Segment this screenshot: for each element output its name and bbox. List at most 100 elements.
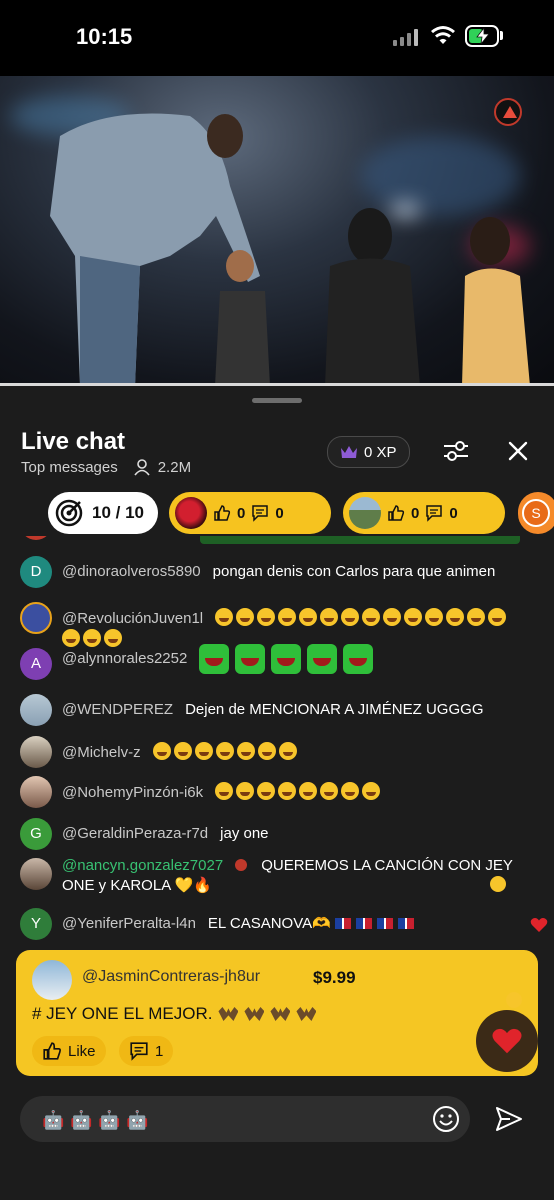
avatar: D <box>20 556 52 588</box>
likes-count: 0 <box>411 504 420 522</box>
flag-icon <box>376 918 393 929</box>
comment-icon <box>426 505 443 522</box>
sticker-fragment <box>200 536 520 544</box>
thumbs-up-icon <box>214 505 231 521</box>
reaction-pill[interactable]: 0 0 <box>169 492 331 534</box>
avatar <box>20 602 52 634</box>
floating-emoji-icon <box>506 992 522 1008</box>
comments-count: 0 <box>449 504 458 522</box>
close-button[interactable] <box>503 436 533 466</box>
laughing-emoji-icon <box>215 608 234 626</box>
message-text: pongan denis con Carlos para que animen <box>212 563 496 580</box>
thumbs-up-icon <box>388 505 405 521</box>
donation-amount: $9.99 <box>313 968 356 987</box>
avatar <box>20 858 52 890</box>
comment-icon <box>252 505 269 522</box>
laughing-emoji-icon <box>236 608 255 626</box>
panel-title: Live chat <box>21 428 126 455</box>
battery-icon <box>465 25 499 47</box>
reply-button[interactable]: 1 <box>119 1036 174 1066</box>
flag-icon <box>334 918 351 929</box>
avatar <box>32 960 72 1000</box>
engagement-pills: 10 / 10 0 0 0 0 S <box>0 492 554 534</box>
chat-message-list[interactable]: D @dinoraolveros5890 pongan denis con Car… <box>0 536 554 944</box>
crowd-figures <box>215 208 530 386</box>
chat-input-container <box>20 1096 470 1144</box>
laughing-emoji-icon <box>152 742 171 760</box>
channel-logo-icon <box>494 98 522 126</box>
bat-emoji-icon <box>244 1007 265 1021</box>
avatar: Y <box>20 908 52 940</box>
avatar: S <box>522 499 550 527</box>
live-video-player[interactable] <box>0 76 554 386</box>
emoji-row <box>215 782 383 801</box>
pinned-super-chat[interactable]: @JasminContreras-jh8ur $9.99 # JEY ONE E… <box>16 950 538 1076</box>
goal-pill[interactable]: 10 / 10 <box>48 492 158 534</box>
laughing-emoji-icon <box>215 782 234 800</box>
goal-value: 10 / 10 <box>92 503 144 522</box>
heart-reaction-button[interactable] <box>476 1010 538 1072</box>
laughing-emoji-icon <box>488 608 507 626</box>
laughing-emoji-icon <box>341 782 360 800</box>
crown-icon <box>341 446 357 458</box>
floating-emoji-icon <box>490 876 506 892</box>
laughing-emoji-icon <box>446 608 465 626</box>
drag-handle[interactable] <box>252 398 302 403</box>
username[interactable]: @nancyn.gonzalez7027 <box>62 857 223 874</box>
avatar <box>20 776 52 808</box>
laughing-emoji-icon <box>278 782 297 800</box>
laughing-emoji-icon <box>425 608 444 626</box>
xp-badge[interactable]: 0 XP <box>327 436 410 468</box>
likes-count: 0 <box>237 504 246 522</box>
xp-value: 0 XP <box>364 443 397 461</box>
laughing-emoji-icon <box>320 608 339 626</box>
laughing-emoji-icon <box>278 742 297 760</box>
pinned-username[interactable]: @JasminContreras-jh8ur <box>82 968 260 986</box>
emoji-picker-icon[interactable] <box>432 1105 460 1133</box>
chat-input[interactable] <box>40 1096 424 1144</box>
laughing-emoji-icon <box>173 742 192 760</box>
avatar-pill[interactable]: S <box>518 492 554 534</box>
like-button[interactable]: Like <box>32 1036 106 1066</box>
clock: 10:15 <box>76 24 133 49</box>
chat-filter[interactable]: Top messages 2.2M <box>21 459 191 476</box>
person-icon <box>134 459 150 476</box>
reaction-pill[interactable]: 0 0 <box>343 492 505 534</box>
send-icon[interactable] <box>494 1104 524 1134</box>
laughing-emoji-icon <box>257 782 276 800</box>
bat-emoji-icon <box>296 1007 317 1021</box>
emoji-row <box>152 742 300 761</box>
laughing-emoji-icon <box>320 782 339 800</box>
avatar <box>20 694 52 726</box>
close-icon <box>508 441 528 461</box>
username[interactable]: @Michelv-z <box>62 744 141 761</box>
username[interactable]: @NohemyPinzón-i6k <box>62 784 203 801</box>
live-chat-panel: Live chat Top messages 2.2M 0 XP 10 / 10… <box>0 386 554 1200</box>
moderator-badge-icon <box>235 859 248 871</box>
message-text: EL CASANOVA🫶 <box>207 915 331 932</box>
sticker-icon <box>199 644 230 674</box>
sticker-icon <box>235 644 266 674</box>
flag-icon <box>355 918 372 929</box>
username[interactable]: @YeniferPeralta-l4n <box>62 915 196 932</box>
message-text: Dejen de MENCIONAR A JIMÉNEZ UGGGG <box>185 701 484 718</box>
laughing-emoji-icon <box>257 608 276 626</box>
sticker-icon <box>271 644 302 674</box>
comment-icon <box>130 1042 148 1061</box>
laughing-emoji-icon <box>362 782 381 800</box>
sticker-icon <box>343 644 374 674</box>
flag-row <box>334 915 419 932</box>
username[interactable]: @WENDPEREZ <box>62 701 173 718</box>
username[interactable]: @RevoluciónJuven1l <box>62 610 203 627</box>
laughing-emoji-icon <box>404 608 423 626</box>
bat-emoji-icon <box>218 1007 239 1021</box>
person-thumbnail <box>349 497 381 529</box>
avatar: G <box>20 818 52 850</box>
status-bar: 10:15 <box>0 0 554 76</box>
laughing-emoji-icon <box>383 608 402 626</box>
message-text: jay one <box>220 825 269 842</box>
filter-settings-button[interactable] <box>441 436 471 466</box>
username[interactable]: @dinoraolveros5890 <box>62 563 201 580</box>
username[interactable]: @alynnorales2252 <box>62 650 187 667</box>
username[interactable]: @GeraldinPeraza-r7d <box>62 825 208 842</box>
